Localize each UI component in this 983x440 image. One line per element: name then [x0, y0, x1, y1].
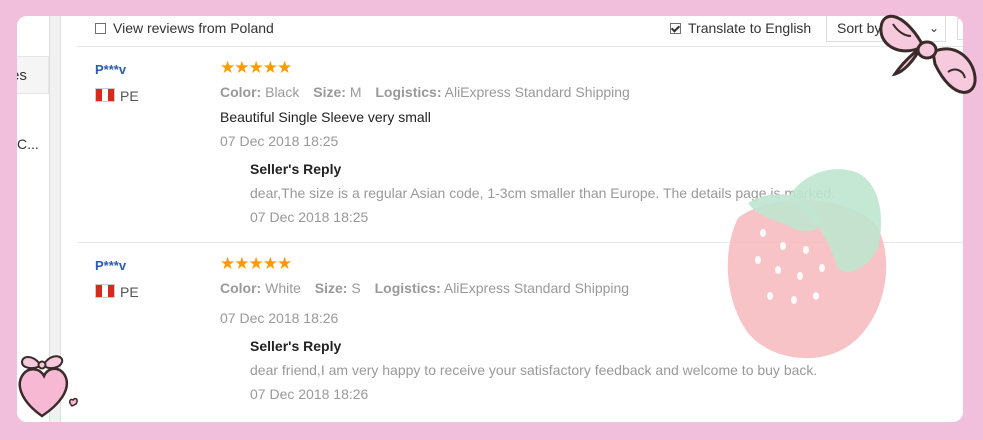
- review-date: 07 Dec 2018 18:26: [220, 310, 339, 326]
- logistics-label: Logistics:: [375, 84, 442, 100]
- rating-stars: ★★★★★: [220, 58, 292, 77]
- logistics-value: AliExpress Standard Shipping: [444, 84, 630, 100]
- seller-reply-date: 07 Dec 2018 18:26: [250, 386, 369, 402]
- reviewer-name[interactable]: P***v: [95, 62, 126, 77]
- seller-reply-title: Seller's Reply: [250, 161, 342, 177]
- pink-bow-icon: [879, 14, 977, 94]
- review-date: 07 Dec 2018 18:25: [220, 133, 339, 149]
- size-label: Size:: [313, 84, 346, 100]
- reviewer-country: PE: [120, 284, 139, 300]
- translate-label[interactable]: Translate to English: [688, 20, 811, 36]
- peru-flag-icon: [95, 284, 115, 298]
- color-label: Color:: [220, 280, 262, 296]
- size-value: M: [349, 84, 362, 100]
- view-poland-checkbox[interactable]: [95, 23, 106, 34]
- order-meta: Color: Black Size: M Logistics: AliExpre…: [220, 84, 630, 100]
- view-poland-label[interactable]: View reviews from Poland: [113, 20, 274, 36]
- color-label: Color:: [220, 84, 262, 100]
- size-value: S: [351, 280, 361, 296]
- strawberry-icon: [727, 169, 887, 359]
- heart-icon: [18, 355, 78, 418]
- seller-reply-title: Seller's Reply: [250, 338, 342, 354]
- left-truncated-text: C...: [17, 136, 39, 152]
- seller-reply-date: 07 Dec 2018 18:25: [250, 209, 369, 225]
- logistics-value: AliExpress Standard Shipping: [443, 280, 630, 296]
- rating-stars: ★★★★★: [220, 254, 292, 273]
- reviewer-name[interactable]: P***v: [95, 258, 126, 273]
- peru-flag-icon: [95, 88, 115, 102]
- size-label: Size:: [314, 280, 348, 296]
- left-tab-label: es: [17, 67, 27, 84]
- color-value: Black: [265, 84, 300, 100]
- reviewer-country: PE: [120, 88, 139, 104]
- review-toolbar: View reviews from Poland Translate to En…: [77, 16, 963, 47]
- translate-checkbox[interactable]: [670, 23, 681, 34]
- logistics-label: Logistics:: [374, 280, 441, 296]
- left-tab[interactable]: es: [17, 56, 49, 94]
- color-value: White: [265, 280, 301, 296]
- order-meta: Color: White Size: S Logistics: AliExpre…: [220, 280, 629, 296]
- review-text: Beautiful Single Sleeve very small: [220, 109, 431, 125]
